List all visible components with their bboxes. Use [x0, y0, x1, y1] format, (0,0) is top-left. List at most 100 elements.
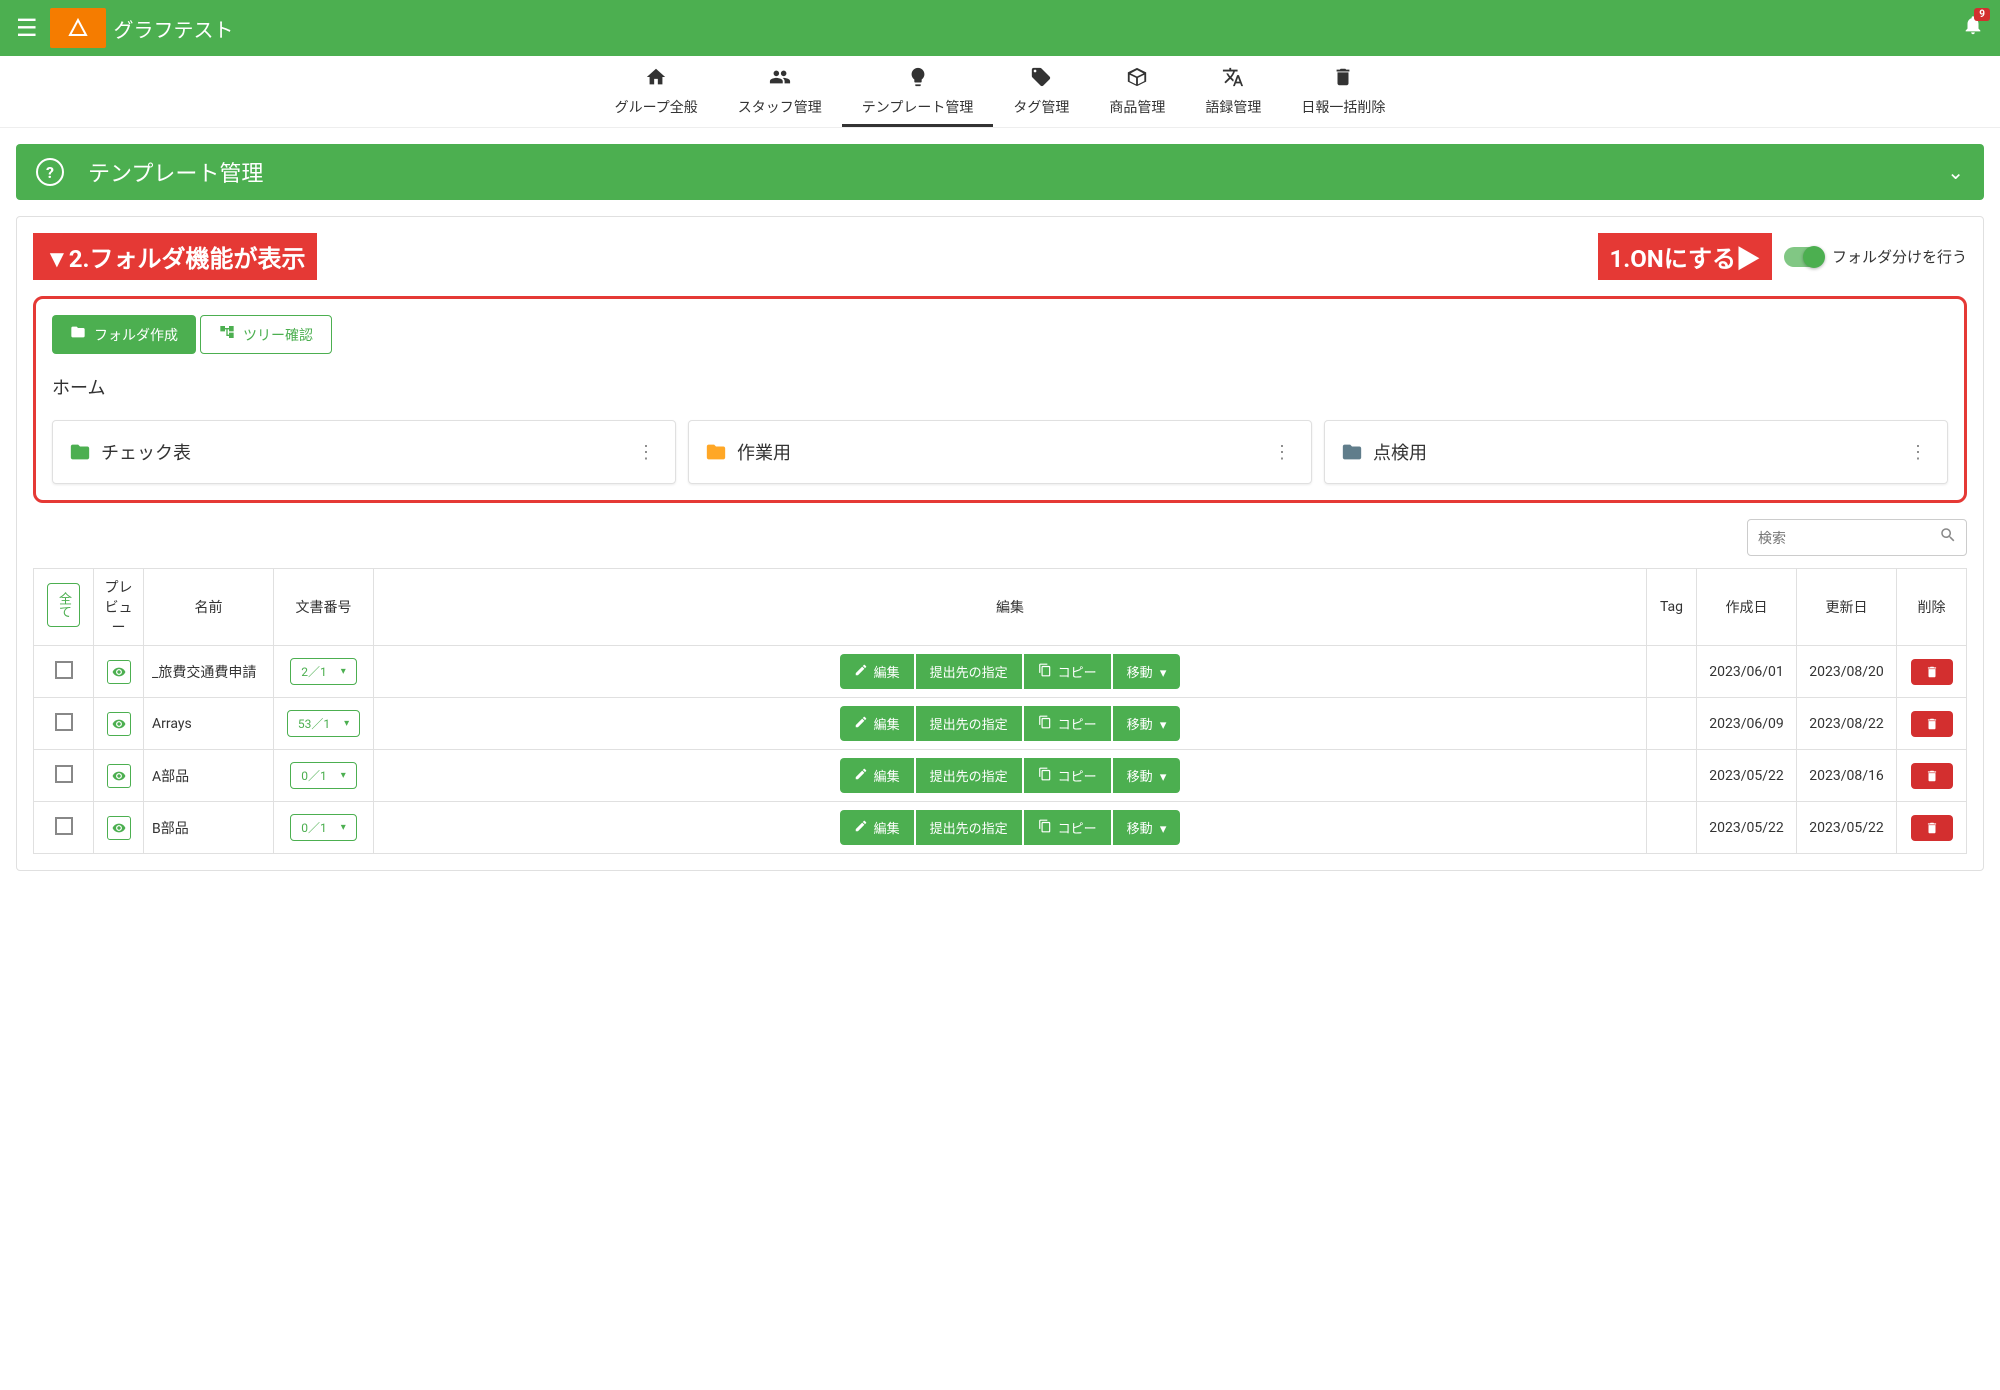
- row-updated: 2023/08/16: [1797, 750, 1897, 802]
- table-row: _旅費交通費申請2／1編集提出先の指定コピー移動 ▾2023/06/012023…: [34, 646, 1967, 698]
- logo-triangle-icon: [66, 16, 90, 40]
- th-created: 作成日: [1697, 569, 1797, 646]
- folder-menu-icon[interactable]: ⋮: [1267, 442, 1297, 463]
- th-delete: 削除: [1897, 569, 1967, 646]
- row-tag: [1647, 646, 1697, 698]
- row-actions: 編集提出先の指定コピー移動 ▾: [382, 758, 1638, 793]
- th-tag: Tag: [1647, 569, 1697, 646]
- copy-button[interactable]: コピー: [1024, 810, 1111, 845]
- menu-icon[interactable]: ☰: [16, 14, 38, 42]
- tab-group[interactable]: グループ全般: [595, 56, 718, 127]
- edit-button[interactable]: 編集: [840, 758, 914, 793]
- box-icon: [1126, 66, 1148, 93]
- folder-toggle-label: フォルダ分けを行う: [1832, 246, 1967, 267]
- copy-button[interactable]: コピー: [1024, 706, 1111, 741]
- folder-card[interactable]: 作業用 ⋮: [688, 420, 1312, 484]
- row-tag: [1647, 698, 1697, 750]
- folder-menu-icon[interactable]: ⋮: [631, 442, 661, 463]
- tab-label: グループ全般: [615, 97, 698, 117]
- row-actions: 編集提出先の指定コピー移動 ▾: [382, 706, 1638, 741]
- folder-name: 作業用: [737, 439, 1267, 465]
- row-tag: [1647, 802, 1697, 854]
- create-folder-button[interactable]: フォルダ作成: [52, 315, 196, 354]
- tab-product[interactable]: 商品管理: [1089, 56, 1185, 127]
- row-actions: 編集提出先の指定コピー移動 ▾: [382, 654, 1638, 689]
- folder-menu-icon[interactable]: ⋮: [1903, 442, 1933, 463]
- app-header: ☰ グラフテスト 9: [0, 0, 2000, 56]
- move-button[interactable]: 移動 ▾: [1113, 810, 1181, 845]
- th-name: 名前: [144, 569, 274, 646]
- notifications-button[interactable]: 9: [1962, 14, 1984, 42]
- tab-tag[interactable]: タグ管理: [993, 56, 1089, 127]
- edit-button[interactable]: 編集: [840, 706, 914, 741]
- select-all-button[interactable]: 全て: [47, 583, 80, 627]
- tab-template[interactable]: テンプレート管理: [842, 56, 994, 127]
- th-updated: 更新日: [1797, 569, 1897, 646]
- folder-name: 点検用: [1373, 439, 1903, 465]
- doc-number-button[interactable]: 2／1: [290, 658, 357, 685]
- folder-card[interactable]: 点検用 ⋮: [1324, 420, 1948, 484]
- doc-number-button[interactable]: 53／1: [287, 710, 360, 737]
- doc-number-button[interactable]: 0／1: [290, 814, 357, 841]
- content-card: ▼2.フォルダ機能が表示 1.ONにする▶ フォルダ分けを行う フォルダ作成 ツ…: [16, 216, 1984, 871]
- edit-button[interactable]: 編集: [840, 810, 914, 845]
- tab-glossary[interactable]: 語録管理: [1185, 56, 1281, 127]
- folder-card[interactable]: チェック表 ⋮: [52, 420, 676, 484]
- row-tag: [1647, 750, 1697, 802]
- tab-bulk-delete[interactable]: 日報一括削除: [1281, 56, 1405, 127]
- row-checkbox[interactable]: [55, 713, 73, 731]
- main-tabs: グループ全般 スタッフ管理 テンプレート管理 タグ管理 商品管理 語録管理 日報…: [0, 56, 2000, 128]
- folder-icon: [67, 441, 93, 463]
- dest-button[interactable]: 提出先の指定: [916, 654, 1022, 689]
- folder-icon: [70, 324, 86, 345]
- tab-staff[interactable]: スタッフ管理: [718, 56, 842, 127]
- tag-icon: [1030, 66, 1052, 93]
- row-name: A部品: [144, 750, 274, 802]
- move-button[interactable]: 移動 ▾: [1113, 654, 1181, 689]
- row-created: 2023/06/01: [1697, 646, 1797, 698]
- preview-button[interactable]: [107, 764, 131, 788]
- delete-button[interactable]: [1911, 659, 1953, 685]
- folder-feature-box: フォルダ作成 ツリー確認 ホーム チェック表 ⋮ 作業用 ⋮ 点検用 ⋮: [33, 296, 1967, 503]
- folders-grid: チェック表 ⋮ 作業用 ⋮ 点検用 ⋮: [52, 420, 1948, 484]
- help-icon[interactable]: ?: [36, 158, 64, 186]
- search-icon[interactable]: [1939, 526, 1957, 549]
- dest-button[interactable]: 提出先の指定: [916, 810, 1022, 845]
- doc-number-button[interactable]: 0／1: [290, 762, 357, 789]
- move-button[interactable]: 移動 ▾: [1113, 758, 1181, 793]
- preview-button[interactable]: [107, 712, 131, 736]
- translate-icon: [1222, 66, 1244, 93]
- edit-button[interactable]: 編集: [840, 654, 914, 689]
- folder-toolbar: フォルダ作成 ツリー確認: [52, 315, 1948, 354]
- delete-button[interactable]: [1911, 763, 1953, 789]
- templates-table: 全て プレビュー 名前 文書番号 編集 Tag 作成日 更新日 削除 _旅費交通…: [33, 568, 1967, 854]
- row-actions: 編集提出先の指定コピー移動 ▾: [382, 810, 1638, 845]
- app-logo[interactable]: [50, 8, 106, 48]
- tree-view-button[interactable]: ツリー確認: [200, 315, 332, 354]
- dest-button[interactable]: 提出先の指定: [916, 706, 1022, 741]
- row-checkbox[interactable]: [55, 661, 73, 679]
- row-checkbox[interactable]: [55, 817, 73, 835]
- copy-button[interactable]: コピー: [1024, 654, 1111, 689]
- delete-button[interactable]: [1911, 815, 1953, 841]
- section-bar[interactable]: ? テンプレート管理 ⌄: [16, 144, 1984, 200]
- th-edit: 編集: [374, 569, 1647, 646]
- search-input[interactable]: [1758, 530, 1939, 546]
- folder-toggle[interactable]: [1784, 247, 1824, 267]
- dest-button[interactable]: 提出先の指定: [916, 758, 1022, 793]
- row-checkbox[interactable]: [55, 765, 73, 783]
- move-button[interactable]: 移動 ▾: [1113, 706, 1181, 741]
- preview-button[interactable]: [107, 816, 131, 840]
- tab-label: スタッフ管理: [738, 97, 822, 117]
- row-updated: 2023/08/22: [1797, 698, 1897, 750]
- row-created: 2023/06/09: [1697, 698, 1797, 750]
- preview-button[interactable]: [107, 660, 131, 684]
- annotation-left: ▼2.フォルダ機能が表示: [33, 233, 317, 280]
- trash-icon: [1332, 66, 1354, 93]
- tab-label: テンプレート管理: [862, 97, 974, 117]
- tab-label: 語録管理: [1205, 97, 1261, 117]
- copy-button[interactable]: コピー: [1024, 758, 1111, 793]
- chevron-down-icon: ⌄: [1947, 160, 1964, 184]
- delete-button[interactable]: [1911, 711, 1953, 737]
- annotation-right: 1.ONにする▶: [1598, 233, 1772, 280]
